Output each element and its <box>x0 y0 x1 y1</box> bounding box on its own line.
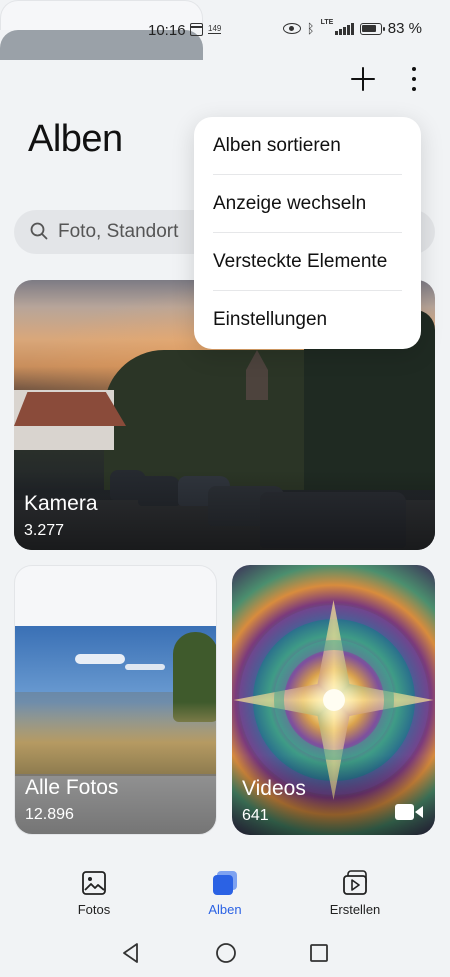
page-title: Alben <box>28 118 123 160</box>
album-name: Alle Fotos <box>25 776 119 799</box>
status-time: 10:16 <box>148 22 186 39</box>
tab-label: Alben <box>208 902 242 917</box>
network-type: LTE <box>320 19 334 26</box>
menu-item-sort-albums[interactable]: Alben sortieren <box>213 117 402 175</box>
video-camera-icon <box>395 804 423 820</box>
album-count: 641 <box>242 807 269 824</box>
tab-alben[interactable]: Alben <box>180 870 270 926</box>
add-icon[interactable] <box>348 64 378 94</box>
system-navigation <box>0 932 450 977</box>
status-icons: ᛒ LTE 83 % <box>282 19 422 37</box>
tab-label: Fotos <box>77 902 111 917</box>
more-vertical-icon[interactable] <box>404 64 424 94</box>
overflow-menu: Alben sortieren Anzeige wechseln Verstec… <box>194 117 421 349</box>
menu-item-hidden-items[interactable]: Versteckte Elemente <box>213 233 402 291</box>
search-icon <box>30 222 48 240</box>
menu-item-settings[interactable]: Einstellungen <box>213 291 402 349</box>
signal-icon <box>335 22 354 35</box>
bottom-navigation: Fotos Alben Erstellen <box>0 856 450 932</box>
battery-percent: 83 % <box>387 20 422 37</box>
album-name: Kamera <box>24 492 98 515</box>
recents-icon[interactable] <box>309 942 329 964</box>
bluetooth-icon: ᛒ <box>306 21 315 36</box>
eye-icon <box>282 23 301 34</box>
home-icon[interactable] <box>215 942 237 964</box>
calendar-icon <box>190 23 203 36</box>
album-name: Videos <box>242 777 306 800</box>
status-bar: 10:16 149 ᛒ LTE 83 % <box>0 0 450 60</box>
album-card-alle-fotos[interactable]: Alle Fotos 12.896 <box>14 565 217 835</box>
tab-label: Erstellen <box>329 902 381 917</box>
status-badge: 149 <box>208 24 222 34</box>
image-icon <box>82 871 106 895</box>
albums-icon <box>213 871 237 895</box>
back-icon[interactable] <box>121 942 141 964</box>
menu-item-change-view[interactable]: Anzeige wechseln <box>213 175 402 233</box>
album-count: 12.896 <box>25 806 74 823</box>
album-count: 3.277 <box>24 522 65 539</box>
search-placeholder: Foto, Standort <box>58 221 179 242</box>
tab-fotos[interactable]: Fotos <box>49 870 139 926</box>
tab-erstellen[interactable]: Erstellen <box>310 870 400 926</box>
create-icon <box>343 870 367 895</box>
battery-icon <box>359 22 385 35</box>
album-card-videos[interactable]: Videos 641 <box>232 565 435 835</box>
